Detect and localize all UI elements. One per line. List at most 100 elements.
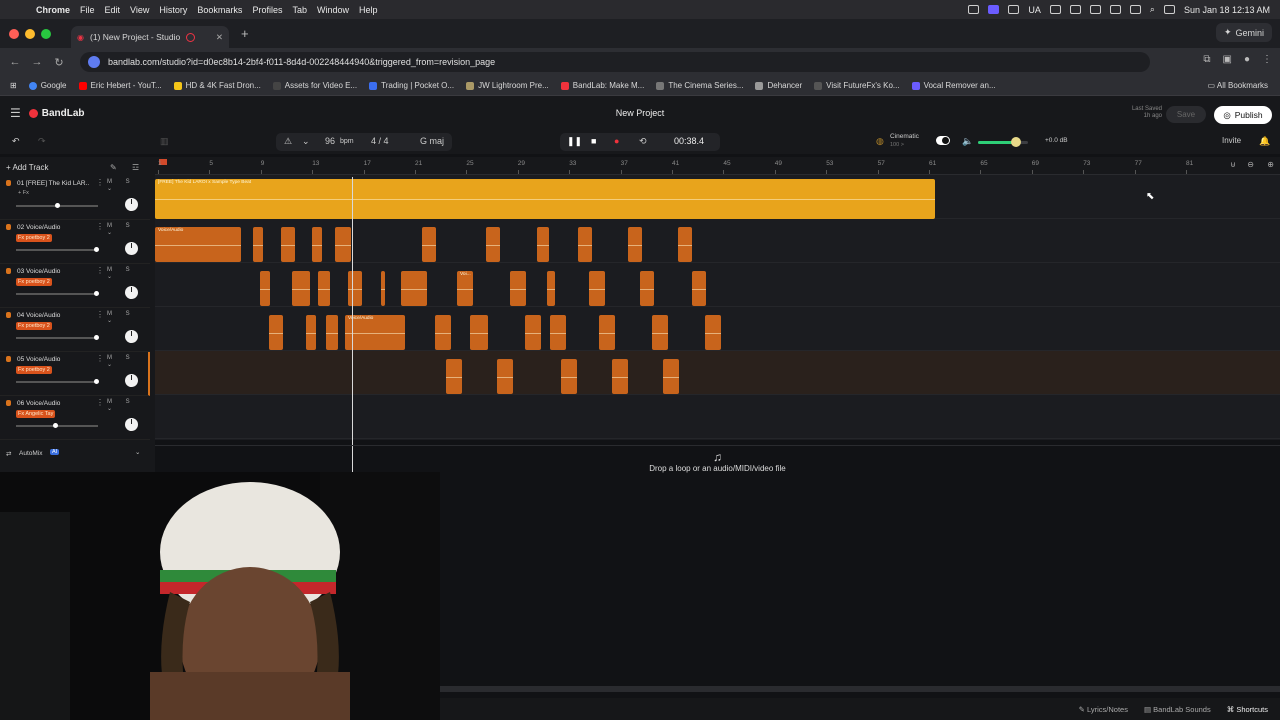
track-header-05[interactable]: 05 Voice/Audio Fx poetboy 2 ⋮ M S ⌄	[0, 352, 150, 396]
undo-icon[interactable]: ↶	[12, 136, 20, 147]
audio-clip-voice[interactable]	[537, 227, 549, 262]
track-fx[interactable]: Fx poetboy 2	[16, 322, 52, 330]
bookmark-youtube[interactable]: Eric Hebert - YouT...	[78, 81, 162, 90]
audio-clip-voice[interactable]	[652, 315, 668, 350]
track-fx[interactable]: + Fx	[18, 190, 29, 196]
bookmark-bandlab[interactable]: BandLab: Make M...	[560, 81, 644, 90]
arm-record-icon[interactable]	[6, 312, 11, 318]
battery-icon[interactable]	[1109, 5, 1121, 14]
track-settings-icon[interactable]: ☲	[132, 163, 139, 172]
notifications-icon[interactable]: 🔔	[1259, 136, 1270, 147]
track-header-02[interactable]: 02 Voice/Audio Fx poetboy 2 ⋮ M S ⌄	[0, 220, 150, 264]
site-info-icon[interactable]	[88, 56, 100, 68]
audio-clip-voice[interactable]	[525, 315, 541, 350]
track-name[interactable]: 01 [FREE] The Kid LAR...	[17, 180, 89, 187]
automix-row[interactable]: ⇄ AutoMix AI ⌄	[0, 447, 150, 461]
audio-clip-voice[interactable]: Voi...	[457, 271, 473, 306]
track-name[interactable]: 03 Voice/Audio	[17, 268, 89, 275]
volume-icon[interactable]	[1089, 5, 1101, 14]
horizontal-scrollbar[interactable]	[440, 686, 1280, 692]
zoom-in-icon[interactable]: ⊕	[1267, 160, 1274, 169]
menu-edit[interactable]: Edit	[105, 5, 121, 15]
menu-window[interactable]: Window	[317, 5, 349, 15]
gemini-button[interactable]: ✦ Gemini	[1215, 23, 1272, 42]
control-center-icon[interactable]	[1163, 5, 1175, 14]
reload-icon[interactable]: ↻	[48, 56, 70, 69]
audio-clip-voice[interactable]	[692, 271, 706, 306]
track-volume-knob[interactable]	[53, 423, 59, 428]
track-volume-slider[interactable]	[16, 423, 98, 428]
audio-clip-voice[interactable]	[401, 271, 427, 306]
audio-clip-voice[interactable]	[422, 227, 436, 262]
track-more-icon[interactable]: ⋮	[96, 398, 104, 407]
bookmark-drone[interactable]: HD & 4K Fast Dron...	[173, 81, 261, 90]
mute-solo-buttons[interactable]: M S ⌄	[107, 267, 150, 280]
bookmark-dehancer[interactable]: Dehancer	[755, 81, 802, 90]
audio-clip-voice[interactable]: Voice/Audio	[155, 227, 241, 262]
track-header-01[interactable]: 01 [FREE] The Kid LAR... + Fx ⋮ M S ⌄	[0, 176, 150, 220]
timeline-ruler[interactable]: ⊍ ⊖ ⊕ 1 5 9 13 17 21 25 29 33 37 41 45 49 53 57 61 65 69 7…	[155, 157, 1280, 175]
audio-clip-voice[interactable]	[497, 359, 513, 394]
arm-record-icon[interactable]	[6, 400, 11, 406]
track-pan-knob[interactable]	[125, 198, 138, 211]
audio-clip-voice[interactable]	[470, 315, 488, 350]
track-volume-knob[interactable]	[94, 291, 100, 296]
menu-file[interactable]: File	[80, 5, 95, 15]
metronome-chevron-icon[interactable]: ⌄	[302, 136, 310, 147]
track-volume-knob[interactable]	[94, 379, 100, 384]
track-name[interactable]: 04 Voice/Audio	[17, 312, 89, 319]
track-more-icon[interactable]: ⋮	[96, 310, 104, 319]
arm-record-icon[interactable]	[6, 180, 11, 186]
master-volume-slider[interactable]	[978, 137, 1028, 147]
tempo-value[interactable]: 96	[325, 136, 335, 146]
menu-help[interactable]: Help	[359, 5, 378, 15]
mastering-toggle[interactable]	[936, 136, 950, 145]
audio-clip-voice[interactable]	[705, 315, 721, 350]
audio-clip-voice[interactable]	[663, 359, 679, 394]
track-lane-1[interactable]: [FREE] The Kid LAROI x Sample Type Beat	[155, 175, 1280, 219]
track-volume-slider[interactable]	[16, 335, 100, 340]
master-volume-knob[interactable]	[1010, 137, 1021, 147]
audio-clip-voice[interactable]	[578, 227, 592, 262]
bookmark-google[interactable]: Google	[28, 81, 67, 90]
audio-clip-voice[interactable]	[561, 359, 577, 394]
track-lane-5[interactable]	[155, 351, 1280, 395]
track-lane-6[interactable]	[155, 395, 1280, 439]
add-track-button[interactable]: + Add Track	[6, 163, 48, 172]
arm-record-icon[interactable]	[6, 356, 11, 362]
key-signature[interactable]: G maj	[420, 136, 444, 146]
edit-icon[interactable]: ✎	[110, 163, 117, 172]
track-lane-2[interactable]: Voice/Audio	[155, 219, 1280, 263]
track-fx[interactable]: Fx poetboy 2	[16, 234, 52, 242]
minimize-window-button[interactable]	[25, 28, 35, 39]
track-name[interactable]: 06 Voice/Audio	[17, 400, 89, 407]
bluetooth-icon[interactable]	[1069, 5, 1081, 14]
audio-clip-voice[interactable]	[678, 227, 692, 262]
sync-icon[interactable]	[1008, 5, 1020, 14]
save-button[interactable]: Save	[1166, 106, 1206, 123]
track-volume-slider[interactable]	[16, 203, 98, 208]
track-volume-slider[interactable]	[16, 379, 100, 384]
audio-clip-voice[interactable]	[510, 271, 526, 306]
audio-clip-voice[interactable]	[253, 227, 263, 262]
mute-solo-buttons[interactable]: M S ⌄	[107, 399, 150, 412]
track-more-icon[interactable]: ⋮	[96, 222, 104, 231]
sidebar-icon[interactable]: ▣	[1223, 54, 1232, 65]
magnet-icon[interactable]: ⊍	[1230, 160, 1236, 169]
audio-clip-voice[interactable]	[281, 227, 295, 262]
menu-bookmarks[interactable]: Bookmarks	[197, 5, 242, 15]
zoom-window-button[interactable]	[41, 28, 51, 39]
audio-clip-voice[interactable]	[435, 315, 451, 350]
track-volume-knob[interactable]	[94, 247, 100, 252]
metronome-icon[interactable]: ⚠	[284, 136, 292, 147]
apps-icon[interactable]: ⊞	[10, 81, 17, 90]
url-field[interactable]: bandlab.com/studio?id=d0ec8b14-2bf4-f011…	[80, 52, 1150, 72]
input-source[interactable]: UA	[1028, 5, 1041, 15]
grid-icon[interactable]: ▥	[160, 136, 169, 147]
audio-clip-voice[interactable]	[348, 271, 362, 306]
mastering-preset[interactable]: Cinematic	[890, 133, 919, 140]
track-pan-knob[interactable]	[125, 286, 138, 299]
menu-history[interactable]: History	[159, 5, 187, 15]
audio-clip-voice[interactable]	[612, 359, 628, 394]
bookmark-lightroom[interactable]: JW Lightroom Pre...	[466, 81, 549, 90]
